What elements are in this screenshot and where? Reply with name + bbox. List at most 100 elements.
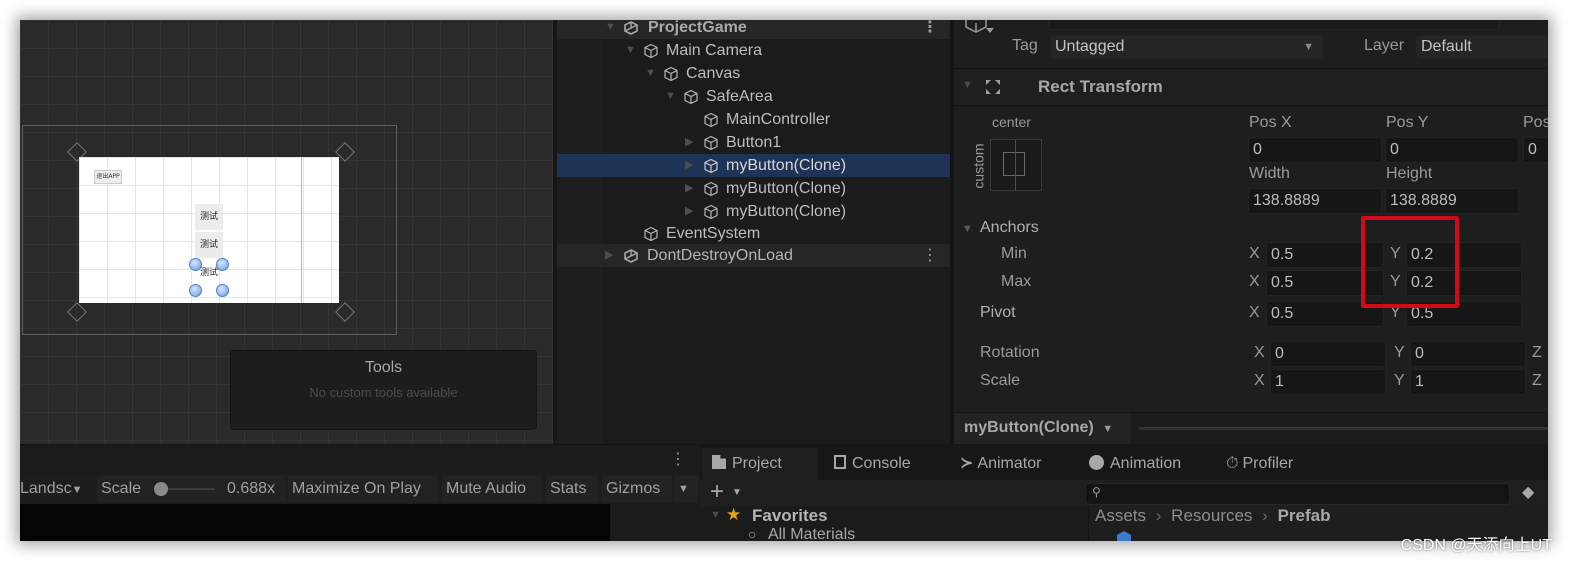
hierarchy-item-mybutton-clone[interactable]: ▶ myButton(Clone): [557, 200, 950, 223]
breadcrumb-separator-icon: ›: [1155, 506, 1162, 525]
hierarchy-label: Main Camera: [666, 42, 763, 59]
scene-view[interactable]: 退出APP 测试 测试 测试 Tools No custom tools ava…: [20, 20, 553, 444]
rotation-y-field[interactable]: 0: [1410, 341, 1526, 367]
hierarchy-label: myButton(Clone): [726, 157, 847, 174]
expand-arrow-icon[interactable]: ▼: [665, 85, 676, 108]
tab-profiler[interactable]: ⏱ Profiler: [1216, 448, 1293, 480]
mute-audio-toggle[interactable]: Mute Audio: [442, 476, 542, 502]
tag-value: Untagged: [1055, 38, 1125, 55]
hierarchy-item-projectgame[interactable]: ▼ ProjectGame ⋮: [557, 20, 950, 39]
expand-arrow-icon[interactable]: ▼: [710, 509, 721, 521]
search-filter-icon: ○: [748, 526, 757, 541]
chevron-down-icon: ▼: [1102, 423, 1114, 435]
kebab-menu-icon[interactable]: ⋮: [922, 20, 938, 39]
hierarchy-item-mybutton-clone[interactable]: ▶ myButton(Clone): [557, 177, 950, 200]
anchor-line-icon: [1015, 140, 1016, 190]
collapse-arrow-icon[interactable]: ▶: [685, 131, 693, 154]
breadcrumb-resources[interactable]: Resources: [1171, 506, 1252, 525]
axis-x-label: X: [1254, 344, 1265, 361]
pos-z-field[interactable]: 0: [1523, 137, 1548, 163]
inspector-panel: Tag Untagged ▼ Layer Default ▼ Rect Tran…: [954, 20, 1548, 445]
rect-handle-bottom-left[interactable]: [189, 284, 202, 297]
rect-handle-top-left[interactable]: [189, 258, 202, 271]
gizmos-toggle[interactable]: Gizmos: [602, 476, 672, 502]
watermark: CSDN @天添向上UT: [1400, 537, 1552, 554]
scale-x-field[interactable]: 1: [1270, 369, 1386, 395]
hierarchy-item-button1[interactable]: ▶ Button1: [557, 131, 950, 154]
hierarchy-item-safearea[interactable]: ▼ SafeArea: [557, 85, 950, 108]
kebab-menu-icon[interactable]: ⋮: [922, 244, 938, 267]
collapse-arrow-icon[interactable]: ▶: [605, 244, 613, 267]
gameobject-cube-icon: [704, 204, 718, 220]
tab-console[interactable]: Console: [824, 448, 911, 480]
favorites-star-icon: ★: [726, 505, 742, 524]
project-search-input[interactable]: ⚲: [1085, 483, 1510, 505]
scale-label: Scale: [101, 480, 142, 497]
tab-animator[interactable]: ≻ Animator: [950, 448, 1041, 480]
pos-y-field[interactable]: 0: [1385, 137, 1519, 163]
unity-scene-icon: [624, 21, 638, 35]
layer-value: Default: [1421, 38, 1472, 55]
rect-handle-top-right[interactable]: [216, 258, 229, 271]
aspect-dropdown[interactable]: Landsc▼: [20, 476, 92, 502]
kebab-menu-icon[interactable]: ⋮: [670, 449, 686, 469]
resize-handle[interactable]: [1139, 427, 1548, 430]
collapse-arrow-icon[interactable]: ▼: [962, 79, 973, 91]
collapse-arrow-icon[interactable]: ▶: [685, 200, 693, 223]
chevron-down-icon[interactable]: ▼: [732, 487, 742, 498]
anchor-preset-vertical-label: custom: [970, 143, 987, 189]
maximize-on-play-toggle[interactable]: Maximize On Play: [288, 476, 438, 502]
height-field[interactable]: 138.8889: [1385, 188, 1519, 214]
gameobject-cube-icon: [704, 135, 718, 151]
favorites-label[interactable]: Favorites: [752, 506, 828, 526]
inspector-selection-bar: myButton(Clone) ▼: [954, 412, 1548, 445]
rotation-x-field[interactable]: 0: [1270, 341, 1386, 367]
favorites-item-all-materials[interactable]: All Materials: [768, 526, 855, 541]
scale-slider-thumb[interactable]: [154, 482, 168, 496]
selected-object-dropdown[interactable]: myButton(Clone) ▼: [954, 413, 1131, 445]
hierarchy-item-canvas[interactable]: ▼ Canvas: [557, 62, 950, 85]
expand-arrow-icon[interactable]: ▼: [645, 62, 656, 85]
game-view-viewport[interactable]: [20, 504, 610, 541]
test-button-1[interactable]: 测试: [195, 204, 223, 230]
width-field[interactable]: 138.8889: [1248, 188, 1382, 214]
scale-y-field[interactable]: 1: [1410, 369, 1526, 395]
stats-toggle[interactable]: Stats: [546, 476, 598, 502]
axis-x-label: X: [1249, 304, 1260, 321]
hierarchy-label: Button1: [726, 134, 782, 151]
anchor-min-label: Min: [1001, 245, 1027, 262]
asset-type-filter-icon[interactable]: ◆: [1522, 482, 1534, 502]
add-plus-icon[interactable]: +: [710, 478, 724, 506]
rect-transform-header[interactable]: ▼ Rect Transform: [954, 68, 1548, 106]
hierarchy-item-mybutton-clone-selected[interactable]: ▶ myButton(Clone): [557, 154, 950, 177]
expand-arrow-icon[interactable]: ▼: [605, 20, 616, 39]
hierarchy-item-main-camera[interactable]: ▼ Main Camera: [557, 39, 950, 62]
test-button-2[interactable]: 测试: [195, 232, 223, 258]
tag-dropdown[interactable]: Untagged ▼: [1050, 35, 1323, 59]
hierarchy-label: DontDestroyOnLoad: [647, 247, 793, 264]
object-name-field[interactable]: [1049, 20, 1499, 30]
tab-label: Animation: [1110, 455, 1182, 472]
collapse-arrow-icon[interactable]: ▶: [685, 177, 693, 200]
expand-arrow-icon[interactable]: ▼: [625, 39, 636, 62]
gizmos-dropdown-chevron-icon[interactable]: ▼: [674, 476, 698, 502]
layer-dropdown[interactable]: Default: [1416, 35, 1548, 59]
hierarchy-label: MainController: [726, 111, 831, 128]
exit-app-button[interactable]: 退出APP: [94, 170, 122, 184]
tab-animation[interactable]: Animation: [1079, 448, 1181, 480]
console-icon: [834, 455, 846, 469]
hierarchy-item-maincontroller[interactable]: MainController: [557, 108, 950, 131]
tools-title: Tools: [364, 359, 403, 376]
rect-handle-bottom-right[interactable]: [216, 284, 229, 297]
breadcrumb-prefab[interactable]: Prefab: [1278, 506, 1331, 525]
anchor-presets-button[interactable]: [990, 139, 1042, 191]
expand-arrow-icon[interactable]: ▼: [962, 223, 973, 235]
hierarchy-item-dontdestroyonload[interactable]: ▶ DontDestroyOnLoad ⋮: [557, 244, 950, 267]
hierarchy-item-eventsystem[interactable]: EventSystem: [557, 222, 950, 245]
collapse-arrow-icon[interactable]: ▶: [685, 154, 693, 177]
pos-x-field[interactable]: 0: [1248, 137, 1382, 163]
component-title: Rect Transform: [1038, 77, 1163, 96]
tab-project[interactable]: Project: [702, 448, 818, 480]
profiler-stopwatch-icon: ⏱: [1226, 455, 1239, 472]
breadcrumb-assets[interactable]: Assets: [1095, 506, 1146, 525]
